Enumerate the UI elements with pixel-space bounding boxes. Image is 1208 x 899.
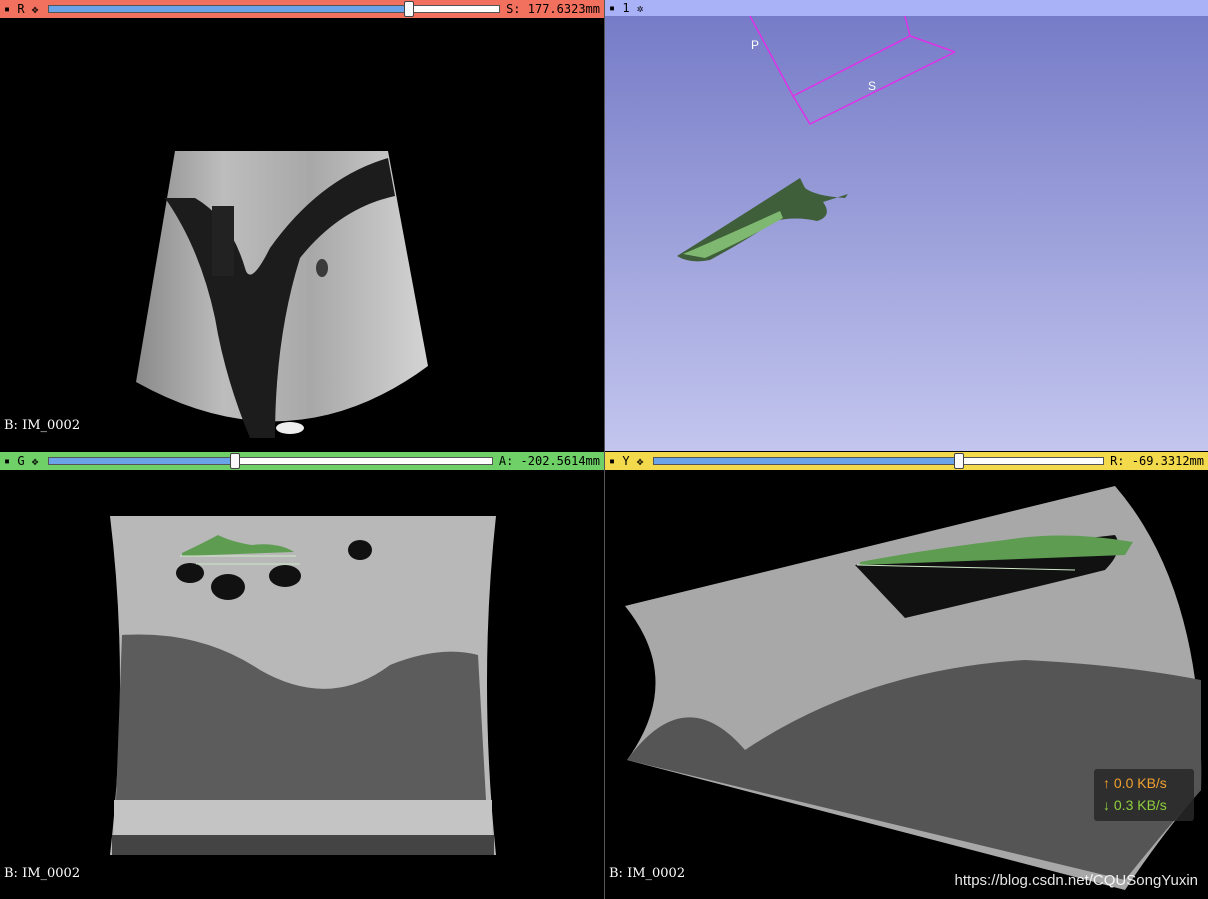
pin-icon[interactable]: ▪ xyxy=(605,452,619,470)
link-icon[interactable]: ✥ xyxy=(28,0,42,18)
threed-view[interactable]: ▪ 1 ✲ P S xyxy=(605,0,1208,451)
green-view-controller-bar: ▪ G ✥ A: -202.5614mm xyxy=(0,452,604,470)
threed-view-controller-bar: ▪ 1 ✲ xyxy=(605,0,1208,16)
yellow-slice-view[interactable]: ▪ Y ✥ R: -69.3312mm B: IM_0002 xyxy=(605,452,1208,899)
link-icon[interactable]: ✥ xyxy=(28,452,42,470)
link-icon[interactable]: ✥ xyxy=(633,452,647,470)
slice-offset-readout: R: -69.3312mm xyxy=(1110,454,1204,468)
slice-offset-slider[interactable] xyxy=(48,453,493,469)
volume-label: B: IM_0002 xyxy=(4,866,81,881)
volume-label: B: IM_0002 xyxy=(4,418,81,433)
slider-thumb[interactable] xyxy=(954,453,965,469)
slice-offset-readout: S: 177.6323mm xyxy=(506,2,600,16)
slider-thumb[interactable] xyxy=(404,1,415,17)
pin-icon[interactable]: ▪ xyxy=(0,0,14,18)
volume-label: B: IM_0002 xyxy=(609,866,686,881)
slice-offset-readout: A: -202.5614mm xyxy=(498,454,600,468)
slice-offset-slider[interactable] xyxy=(653,453,1105,469)
pin-icon[interactable]: ▪ xyxy=(605,0,619,17)
gear-icon[interactable]: ✲ xyxy=(633,0,647,17)
view-divider-vertical xyxy=(604,0,605,899)
slider-thumb[interactable] xyxy=(229,453,240,469)
view-letter: R xyxy=(17,2,25,16)
view-letter: Y xyxy=(622,454,630,468)
threed-scene: P S xyxy=(677,16,956,262)
download-speed: ↓ 0.3 KB/s xyxy=(1103,797,1167,813)
yellow-slice-image xyxy=(625,486,1202,890)
upload-speed: ↑ 0.0 KB/s xyxy=(1103,775,1167,791)
red-slice-view[interactable]: ▪ R ✥ S: 177.6323mm B: IM_0002 xyxy=(0,0,604,451)
network-speed-widget: ↑ 0.0 KB/s ↓ 0.3 KB/s xyxy=(1094,769,1194,821)
axis-label-p: P xyxy=(751,38,759,52)
view-letter: 1 xyxy=(622,1,630,15)
pin-icon[interactable]: ▪ xyxy=(0,452,14,470)
yellow-view-controller-bar: ▪ Y ✥ R: -69.3312mm xyxy=(605,452,1208,470)
red-view-controller-bar: ▪ R ✥ S: 177.6323mm xyxy=(0,0,604,18)
green-slice-image xyxy=(110,516,496,855)
slice-offset-slider[interactable] xyxy=(48,1,501,17)
view-letter: G xyxy=(17,454,25,468)
red-slice-image xyxy=(136,151,428,438)
green-slice-view[interactable]: ▪ G ✥ A: -202.5614mm B: IM_0002 xyxy=(0,452,604,899)
watermark: https://blog.csdn.net/CQUSongYuxin xyxy=(954,872,1198,889)
axis-label-s: S xyxy=(868,79,876,93)
